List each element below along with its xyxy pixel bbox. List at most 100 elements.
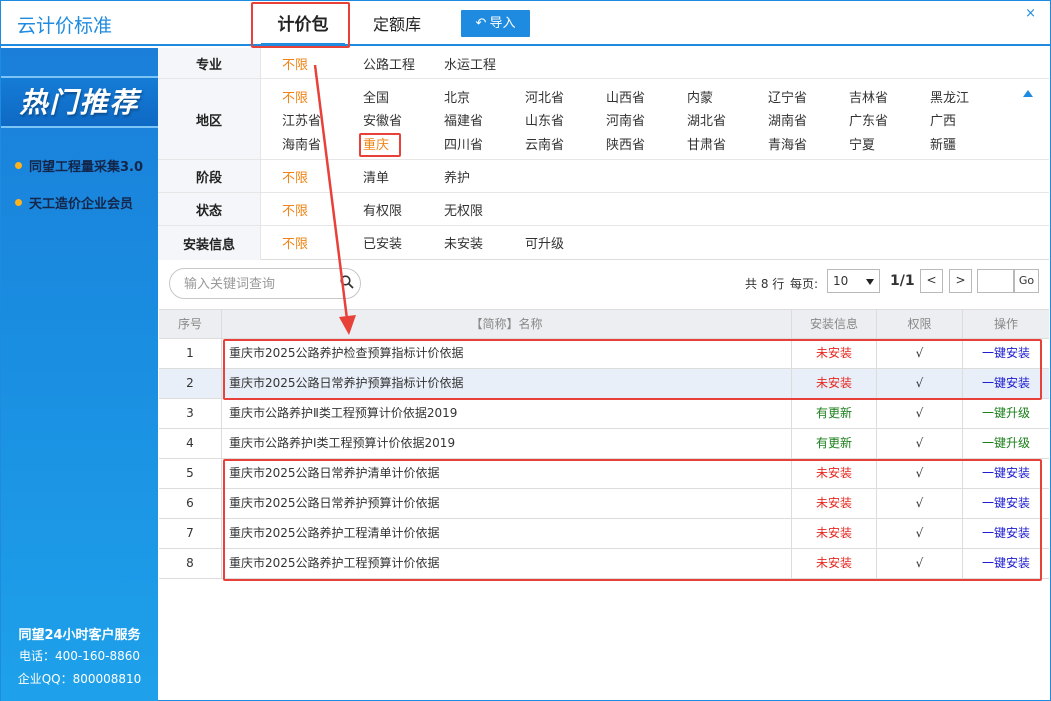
row-name: 重庆市2025公路养护检查预算指标计价依据 — [222, 339, 792, 368]
region-option[interactable]: 黑龙江 — [930, 87, 969, 106]
filter-option[interactable]: 公路工程 — [363, 54, 415, 73]
header-install-info: 安装信息 — [792, 310, 877, 339]
table-row[interactable]: 8 重庆市2025公路养护工程预算计价依据 未安装 √ 一键安装 — [159, 549, 1049, 579]
install-button[interactable]: 一键安装 — [963, 339, 1049, 368]
row-install-status: 未安装 — [792, 519, 877, 548]
import-button[interactable]: ↶ 导入 — [461, 10, 530, 37]
service-phone: 电话：400-160-8860 — [18, 649, 140, 663]
region-option[interactable]: 重庆 — [363, 134, 389, 153]
filter-option[interactable]: 不限 — [282, 54, 308, 73]
filter-option[interactable]: 水运工程 — [444, 54, 496, 73]
region-option[interactable]: 宁夏 — [849, 134, 875, 153]
region-option[interactable]: 广东省 — [849, 110, 888, 129]
region-option[interactable]: 河南省 — [606, 110, 645, 129]
region-option[interactable]: 辽宁省 — [768, 87, 807, 106]
install-button[interactable]: 一键安装 — [963, 369, 1049, 398]
row-index: 1 — [159, 339, 222, 368]
row-name: 重庆市2025公路日常养护预算计价依据 — [222, 489, 792, 518]
filter-option[interactable]: 可升级 — [525, 233, 564, 252]
region-option[interactable]: 湖南省 — [768, 110, 807, 129]
region-option[interactable]: 北京 — [444, 87, 470, 106]
filter-option[interactable]: 有权限 — [363, 200, 402, 219]
filter-label: 状态 — [158, 193, 261, 225]
table-row[interactable]: 1 重庆市2025公路养护检查预算指标计价依据 未安装 √ 一键安装 — [159, 339, 1049, 369]
promo-link-quantity-collect[interactable]: 同望工程量采集3.0 — [15, 156, 143, 175]
search-input[interactable] — [184, 275, 334, 293]
row-install-status: 未安装 — [792, 459, 877, 488]
table-row[interactable]: 2 重庆市2025公路日常养护预算指标计价依据 未安装 √ 一键安装 — [159, 369, 1049, 399]
sidebar: 热门推荐 同望工程量采集3.0 天工造价企业会员 同望24小时客户服务 电话：4… — [1, 48, 158, 701]
region-option[interactable]: 福建省 — [444, 110, 483, 129]
tab-label: 计价包 — [277, 15, 329, 35]
row-install-status: 未安装 — [792, 549, 877, 578]
row-permission: √ — [877, 549, 963, 578]
region-option[interactable]: 青海省 — [768, 134, 807, 153]
region-option[interactable]: 内蒙 — [687, 87, 713, 106]
upgrade-button[interactable]: 一键升级 — [963, 399, 1049, 428]
filter-option[interactable]: 养护 — [444, 167, 470, 186]
table-header: 序号 【简称】名称 安装信息 权限 操作 — [159, 309, 1049, 339]
table-row[interactable]: 4 重庆市公路养护Ⅰ类工程预算计价依据2019 有更新 √ 一键升级 — [159, 429, 1049, 459]
upgrade-button[interactable]: 一键升级 — [963, 429, 1049, 458]
region-option[interactable]: 河北省 — [525, 87, 564, 106]
next-page-button[interactable]: > — [949, 269, 972, 293]
region-option[interactable]: 全国 — [363, 87, 389, 106]
filter-option[interactable]: 无权限 — [444, 200, 483, 219]
filter-option[interactable]: 不限 — [282, 167, 308, 186]
filter-row-install: 安装信息 不限 已安装 未安装 可升级 — [158, 226, 1049, 260]
active-tab-indicator — [261, 43, 345, 46]
region-option[interactable]: 甘肃省 — [687, 134, 726, 153]
app-window: 云计价标准 计价包 定额库 ↶ 导入 × 热门推荐 同望工程量采集3.0 天工造价… — [0, 0, 1051, 701]
region-option[interactable]: 湖北省 — [687, 110, 726, 129]
region-option[interactable]: 陕西省 — [606, 134, 645, 153]
region-option[interactable]: 江苏省 — [282, 110, 321, 129]
table-row[interactable]: 6 重庆市2025公路日常养护预算计价依据 未安装 √ 一键安装 — [159, 489, 1049, 519]
region-option[interactable]: 山东省 — [525, 110, 564, 129]
filter-label: 安装信息 — [158, 226, 261, 260]
promo-link-enterprise-member[interactable]: 天工造价企业会员 — [15, 193, 133, 212]
row-permission: √ — [877, 429, 963, 458]
search-icon[interactable] — [340, 275, 354, 289]
install-button[interactable]: 一键安装 — [963, 519, 1049, 548]
tab-quota-library[interactable]: 定额库 — [359, 9, 435, 46]
filter-option[interactable]: 已安装 — [363, 233, 402, 252]
table-row[interactable]: 3 重庆市公路养护Ⅱ类工程预算计价依据2019 有更新 √ 一键升级 — [159, 399, 1049, 429]
row-index: 4 — [159, 429, 222, 458]
row-name: 重庆市2025公路日常养护清单计价依据 — [222, 459, 792, 488]
row-permission: √ — [877, 459, 963, 488]
tab-pricing-package[interactable]: 计价包 — [261, 9, 345, 46]
region-option[interactable]: 海南省 — [282, 134, 321, 153]
prev-page-button[interactable]: < — [920, 269, 943, 293]
close-button[interactable]: × — [1025, 6, 1036, 21]
region-option[interactable]: 新疆 — [930, 134, 956, 153]
filter-label: 阶段 — [158, 160, 261, 192]
row-install-status: 未安装 — [792, 339, 877, 368]
filter-option[interactable]: 未安装 — [444, 233, 483, 252]
search-box[interactable] — [169, 268, 361, 299]
row-install-status: 有更新 — [792, 429, 877, 458]
filter-option[interactable]: 清单 — [363, 167, 389, 186]
filter-label: 地区 — [158, 79, 261, 159]
table-row[interactable]: 7 重庆市2025公路养护工程清单计价依据 未安装 √ 一键安装 — [159, 519, 1049, 549]
row-name: 重庆市2025公路日常养护预算指标计价依据 — [222, 369, 792, 398]
region-option[interactable]: 吉林省 — [849, 87, 888, 106]
filter-option[interactable]: 不限 — [282, 233, 308, 252]
collapse-up-icon[interactable] — [1023, 90, 1033, 97]
region-option[interactable]: 云南省 — [525, 134, 564, 153]
install-button[interactable]: 一键安装 — [963, 459, 1049, 488]
region-option[interactable]: 广西 — [930, 110, 956, 129]
filter-option[interactable]: 不限 — [282, 200, 308, 219]
row-permission: √ — [877, 489, 963, 518]
region-option[interactable]: 山西省 — [606, 87, 645, 106]
region-option[interactable]: 安徽省 — [363, 110, 402, 129]
table-row[interactable]: 5 重庆市2025公路日常养护清单计价依据 未安装 √ 一键安装 — [159, 459, 1049, 489]
region-option[interactable]: 不限 — [282, 87, 308, 106]
page-number-input[interactable] — [977, 269, 1014, 293]
per-page-select[interactable]: 10 — [827, 269, 880, 293]
install-button[interactable]: 一键安装 — [963, 489, 1049, 518]
row-name: 重庆市2025公路养护工程预算计价依据 — [222, 549, 792, 578]
region-option[interactable]: 四川省 — [444, 134, 483, 153]
header-permission: 权限 — [877, 310, 963, 339]
go-button[interactable]: Go — [1014, 269, 1039, 293]
install-button[interactable]: 一键安装 — [963, 549, 1049, 578]
